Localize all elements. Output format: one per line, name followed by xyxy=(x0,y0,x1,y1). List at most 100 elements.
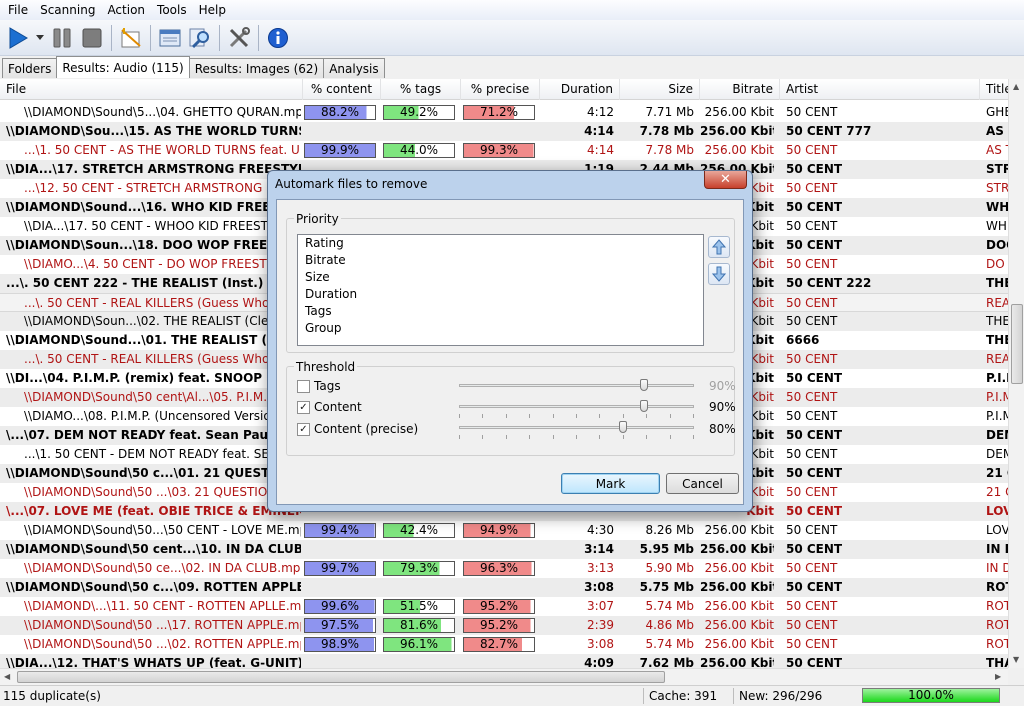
table-row[interactable]: \\DIAMOND\Sound\50...\50 CENT - LOVE ME.… xyxy=(0,521,1008,540)
status-progress-bar: 100.0% xyxy=(862,688,1000,703)
tags-slider[interactable] xyxy=(459,384,694,387)
tags-percent-bar: 79.3% xyxy=(383,561,455,576)
content-slider-thumb[interactable] xyxy=(639,400,648,412)
title-cell: WH xyxy=(986,200,1008,214)
artist-cell: 50 CENT xyxy=(786,447,838,461)
title-cell: ROT xyxy=(986,580,1008,594)
threshold-tags-row[interactable]: Tags xyxy=(297,377,341,395)
tags-percent-bar: 81.6% xyxy=(383,618,455,633)
dialog-close-button[interactable]: ✕ xyxy=(704,171,747,189)
title-cell: WH xyxy=(986,219,1007,233)
column-header-title[interactable]: Title xyxy=(980,79,1008,100)
slider-tick xyxy=(622,414,624,418)
slider-tick xyxy=(575,435,577,439)
artist-cell: 50 CENT xyxy=(786,352,838,366)
tab-folders[interactable]: Folders xyxy=(2,58,58,78)
artist-cell: 50 CENT xyxy=(786,143,838,157)
table-row[interactable]: \\DIAMOND\Sound\50 ...\17. ROTTEN APPLE.… xyxy=(0,616,1008,635)
content-checkbox[interactable]: ✓ xyxy=(297,400,310,414)
move-up-button[interactable] xyxy=(708,236,730,258)
priority-item-group[interactable]: Group xyxy=(298,320,703,337)
priority-item-duration[interactable]: Duration xyxy=(298,286,703,303)
scroll-right-icon[interactable]: ▶ xyxy=(995,672,1001,681)
table-row[interactable]: \\DIAMOND\...\11. 50 CENT - ROTTEN APLLE… xyxy=(0,597,1008,616)
size-cell: 5.75 Mb xyxy=(639,580,694,594)
column-header-content[interactable]: % content xyxy=(303,79,381,100)
priority-item-bitrate[interactable]: Bitrate xyxy=(298,252,703,269)
column-header-bitrate[interactable]: Bitrate xyxy=(700,79,780,100)
priority-item-rating[interactable]: Rating xyxy=(298,235,703,252)
search-button[interactable] xyxy=(186,24,214,52)
scroll-down-icon[interactable]: ▼ xyxy=(1013,655,1019,664)
file-cell: \\DIAMO...\08. P.I.M.P. (Uncensored Vers… xyxy=(24,409,301,423)
table-row[interactable]: \\DIA...\12. THAT'S WHATS UP (feat. G-UN… xyxy=(0,654,1008,668)
title-cell: 21 Q xyxy=(986,466,1008,480)
file-cell: ...\. 50 CENT 222 - THE REALIST (Inst.) … xyxy=(6,276,301,290)
tab-results-images[interactable]: Results: Images (62) xyxy=(188,58,325,78)
play-button[interactable] xyxy=(4,24,32,52)
menu-scanning[interactable]: Scanning xyxy=(34,3,101,17)
tab-analysis[interactable]: Analysis xyxy=(323,58,385,78)
content-slider[interactable] xyxy=(459,405,694,408)
menu-bar: File Scanning Action Tools Help xyxy=(0,0,1024,20)
checkmark-icon: ✓ xyxy=(299,401,308,413)
pause-icon xyxy=(53,28,71,47)
mark-button[interactable]: Mark xyxy=(561,473,660,494)
horizontal-scrollbar[interactable]: ◀ ▶ xyxy=(0,668,1008,685)
column-header-file[interactable]: File xyxy=(0,79,303,100)
priority-item-tags[interactable]: Tags xyxy=(298,303,703,320)
menu-action[interactable]: Action xyxy=(101,3,151,17)
table-row[interactable]: \\DIAMOND\Sound\50 ce...\02. IN DA CLUB.… xyxy=(0,559,1008,578)
precise-checkbox[interactable]: ✓ xyxy=(297,422,310,436)
mark-button[interactable] xyxy=(117,24,145,52)
table-row[interactable]: \\DIAMOND\Sou...\15. AS THE WORLD TURNS.… xyxy=(0,122,1008,141)
scroll-left-icon[interactable]: ◀ xyxy=(4,672,10,681)
table-row[interactable]: \\DIAMOND\Sound\5...\04. GHETTO QURAN.mp… xyxy=(0,103,1008,122)
threshold-content-row[interactable]: ✓ Content xyxy=(297,398,362,416)
threshold-precise-row[interactable]: ✓ Content (precise) xyxy=(297,420,418,438)
tags-percent-bar: 44.0% xyxy=(383,143,455,158)
artist-cell: 50 CENT 777 xyxy=(786,124,872,138)
table-row[interactable]: \\DIAMOND\Sound\50 c...\09. ROTTEN APPLE… xyxy=(0,578,1008,597)
precise-slider-thumb[interactable] xyxy=(619,421,627,433)
menu-help[interactable]: Help xyxy=(193,3,232,17)
slider-tick xyxy=(552,414,554,418)
mark-icon xyxy=(121,27,141,47)
precise-slider[interactable] xyxy=(459,426,694,429)
table-row[interactable]: \\DIAMOND\Sound\50 ...\02. ROTTEN APPLE.… xyxy=(0,635,1008,654)
tools-button[interactable] xyxy=(225,24,253,52)
tags-slider-thumb[interactable] xyxy=(639,379,648,391)
priority-item-size[interactable]: Size xyxy=(298,269,703,286)
vertical-scroll-thumb[interactable] xyxy=(1011,304,1023,384)
play-dropdown-button[interactable] xyxy=(34,24,46,52)
column-header-duration[interactable]: Duration xyxy=(540,79,620,100)
column-header-precise[interactable]: % precise xyxy=(461,79,540,100)
table-row[interactable]: ...\1. 50 CENT - AS THE WORLD TURNS feat… xyxy=(0,141,1008,160)
tags-checkbox[interactable] xyxy=(297,379,310,393)
slider-tick xyxy=(505,435,507,439)
slider-tick xyxy=(459,414,460,418)
pause-button[interactable] xyxy=(48,24,76,52)
menu-file[interactable]: File xyxy=(2,3,34,17)
move-down-button[interactable] xyxy=(708,263,730,285)
tab-results-audio[interactable]: Results: Audio (115) xyxy=(56,56,190,78)
table-row[interactable]: \\DIAMOND\Sound\50 cent...\10. IN DA CLU… xyxy=(0,540,1008,559)
stop-button[interactable] xyxy=(78,24,106,52)
column-header-artist[interactable]: Artist xyxy=(780,79,980,100)
priority-list[interactable]: Rating Bitrate Size Duration Tags Group xyxy=(297,234,704,346)
vertical-scrollbar[interactable]: ▲ ▼ xyxy=(1008,79,1024,668)
dialog-body: Priority Rating Bitrate Size Duration Ta… xyxy=(276,199,744,505)
scroll-up-icon[interactable]: ▲ xyxy=(1013,82,1019,91)
bitrate-cell: 256.00 Kbit xyxy=(700,656,774,668)
artist-cell: 50 CENT xyxy=(786,428,843,442)
title-cell: REA xyxy=(986,296,1008,310)
column-header-size[interactable]: Size xyxy=(620,79,700,100)
horizontal-scroll-thumb[interactable] xyxy=(17,671,665,683)
window-button[interactable] xyxy=(156,24,184,52)
info-button[interactable] xyxy=(264,24,292,52)
column-header-tags[interactable]: % tags xyxy=(381,79,461,100)
menu-tools[interactable]: Tools xyxy=(151,3,193,17)
cancel-button[interactable]: Cancel xyxy=(666,473,739,494)
toolbar-separator xyxy=(258,24,259,51)
title-cell: AS T xyxy=(986,143,1008,157)
